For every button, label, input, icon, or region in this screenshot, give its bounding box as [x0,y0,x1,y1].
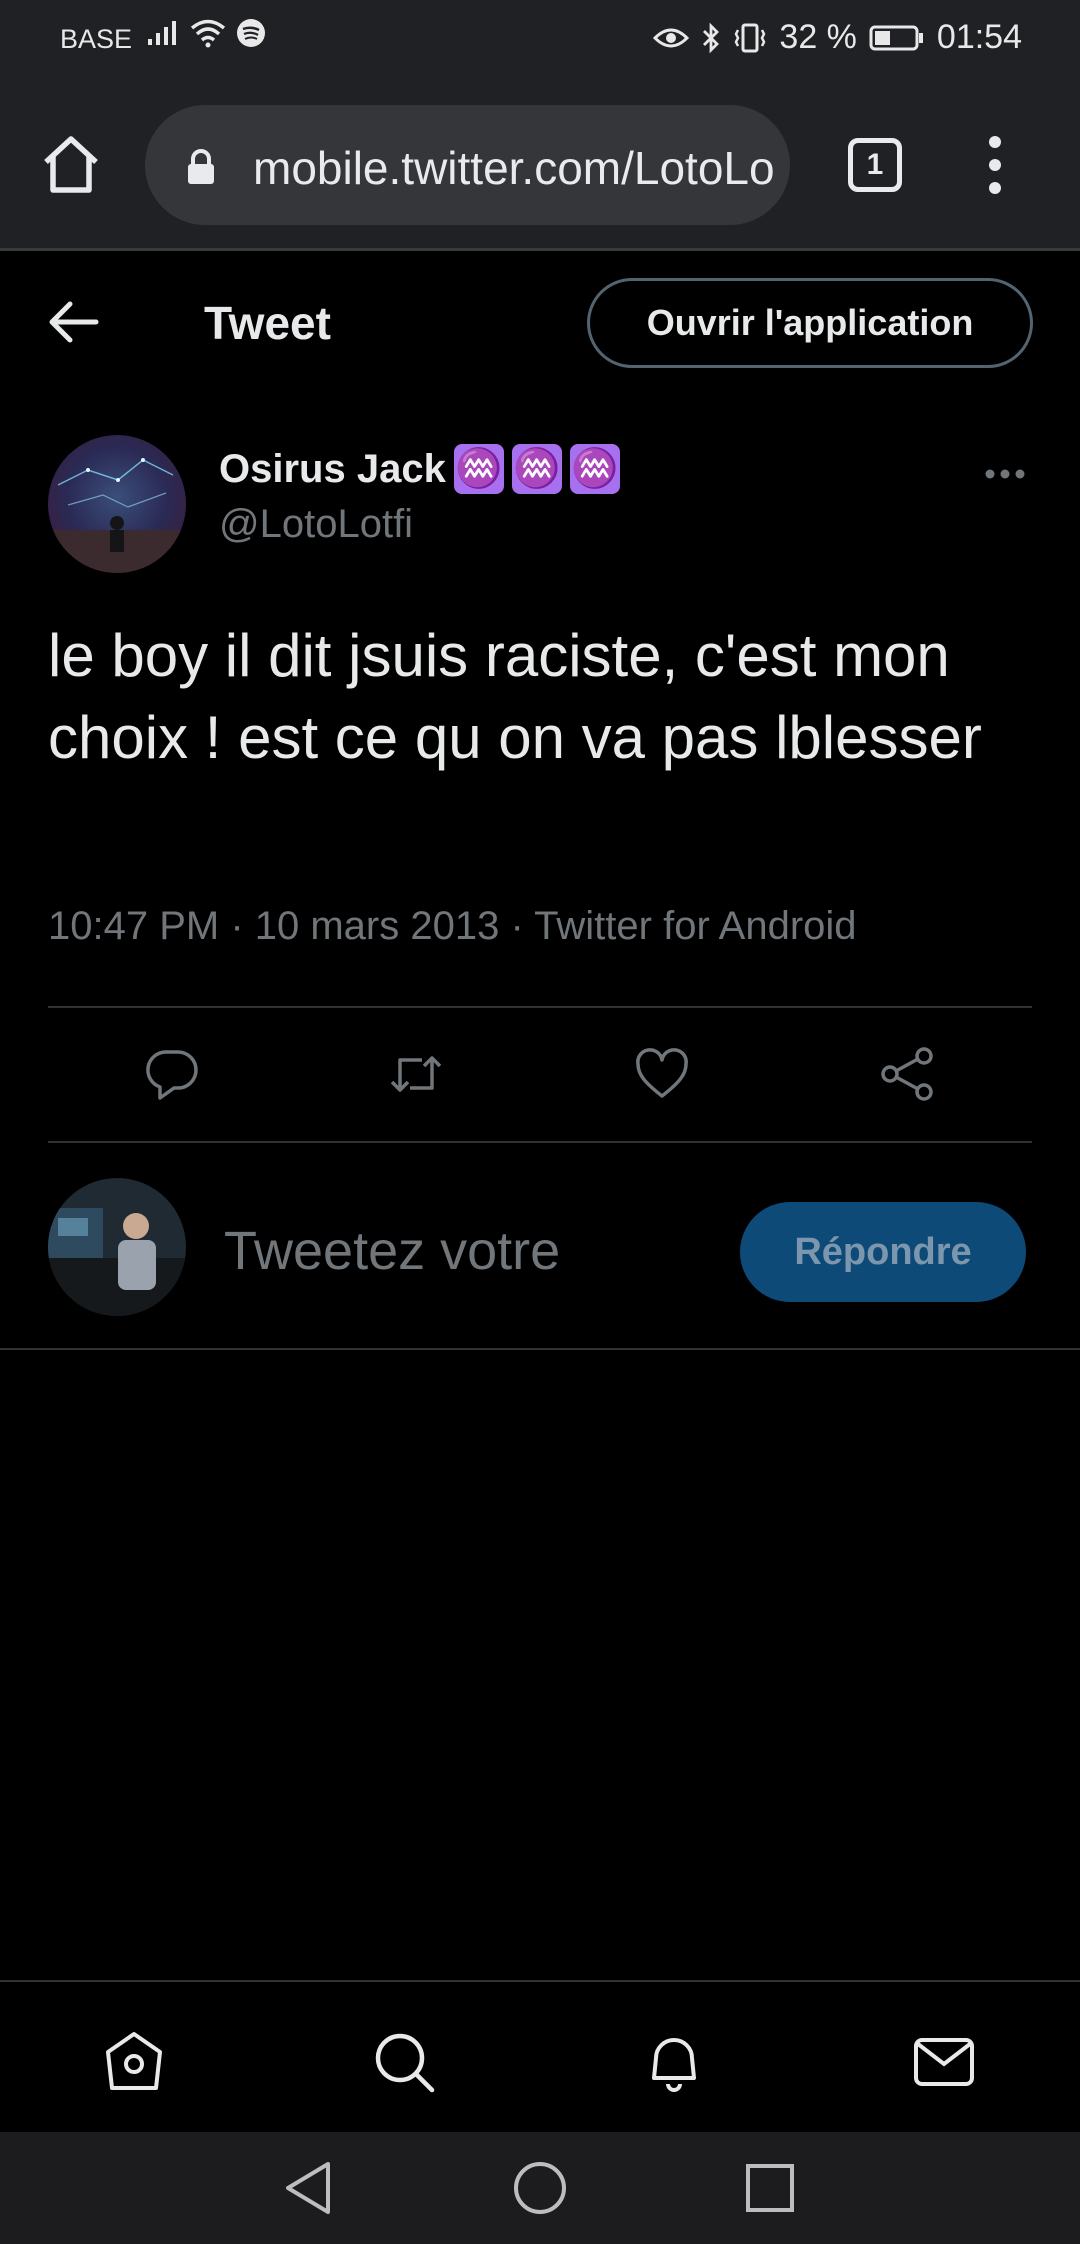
recents-icon[interactable] [740,2158,800,2218]
browser-chrome: BASE 32 % 01:54 mobile.twitter.com/LotoL… [0,0,1080,250]
divider [48,1141,1032,1143]
aquarius-badge: ♒ [511,444,562,494]
tweet-meta: 10:47 PM · 10 mars 2013 · Twitter for An… [48,904,857,948]
user-avatar-image [48,1178,186,1316]
aquarius-badge: ♒ [569,444,620,494]
tweet-author: Osirus Jack ♒ ♒ ♒ @LotoLotfi [0,430,1080,580]
tabs-icon[interactable]: 1 [848,138,902,192]
reply-icon[interactable] [144,1046,200,1102]
tweet-actions [0,1010,1080,1140]
lock-icon [188,149,214,184]
bluetooth-icon [703,22,720,53]
url-text: mobile.twitter.com/LotoLotfi [253,142,773,194]
bottom-nav [0,1980,1080,2132]
reply-button[interactable]: Répondre [740,1202,1026,1302]
signal-icon [148,21,176,45]
divider [0,1348,1080,1350]
vibrate-icon [735,23,766,52]
reply-input[interactable]: Tweetez votre [224,1220,560,1282]
retweet-icon[interactable] [388,1046,444,1102]
avatar-image [48,435,186,573]
more-options-icon[interactable] [984,468,1026,480]
tweet-header: Tweet Ouvrir l'application [0,252,1080,392]
toolbar-divider [0,248,1080,251]
wifi-icon [190,19,226,48]
address-bar[interactable]: mobile.twitter.com/LotoLotfi [145,105,790,225]
notifications-icon[interactable] [642,2030,706,2094]
messages-icon[interactable] [912,2030,976,2094]
author-name[interactable]: Osirus Jack [219,447,446,492]
eye-icon [653,28,690,47]
aquarius-badge: ♒ [453,444,504,494]
author-handle[interactable]: @LotoLotfi [219,502,413,547]
home-icon[interactable] [102,2030,166,2094]
battery-icon [869,25,923,50]
home-circle-icon[interactable] [510,2158,570,2218]
page-title: Tweet [204,297,331,349]
clock: 01:54 [936,18,1022,56]
like-icon[interactable] [634,1046,690,1102]
system-navigation-bar [0,2132,1080,2244]
browser-toolbar: mobile.twitter.com/LotoLotfi 1 [0,100,1080,235]
reply-composer: Tweetez votre Répondre [0,1172,1080,1332]
search-icon[interactable] [372,2030,436,2094]
tab-count: 1 [866,148,884,181]
tweet-text: le boy il dit jsuis raciste, c'est mon c… [48,622,982,771]
divider [48,1006,1032,1008]
share-icon[interactable] [880,1046,936,1102]
avatar[interactable] [48,435,186,573]
menu-icon[interactable] [980,134,1010,196]
home-icon[interactable] [40,134,102,196]
battery-percent: 32 % [779,18,857,56]
status-bar: BASE 32 % 01:54 [0,0,1080,80]
avatar [48,1178,186,1316]
back-icon[interactable] [280,2158,340,2218]
open-app-button[interactable]: Ouvrir l'application [587,278,1033,368]
carrier-label: BASE [60,24,133,54]
back-arrow-icon[interactable] [48,298,100,346]
spotify-icon [237,19,265,47]
